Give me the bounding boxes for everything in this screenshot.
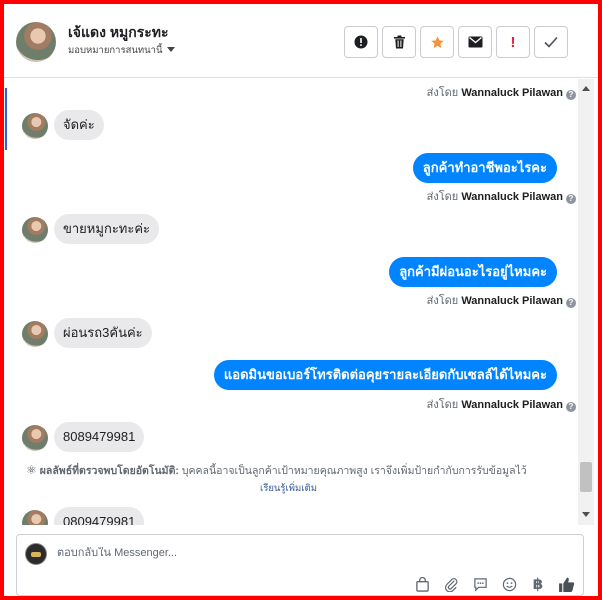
auto-detect-title: ผลลัพธ์ที่ตรวจพบโดยอัตโนมัติ:: [39, 465, 179, 477]
atom-icon: ⚛: [26, 463, 37, 477]
payment-button[interactable]: ฿: [529, 575, 547, 593]
customer-avatar: [22, 425, 48, 451]
sent-by-prefix: ส่งโดย: [426, 191, 459, 203]
page-message[interactable]: ลูกค้ามีผ่อนอะไรอยู่ไหมคะ: [389, 257, 557, 287]
delete-button[interactable]: [382, 26, 416, 58]
contact-avatar[interactable]: [16, 22, 56, 62]
checkmark-icon: [544, 36, 558, 48]
page-message[interactable]: แอดมินขอเบอร์โทรติดต่อคุยรายละเอียดกับเซ…: [213, 360, 557, 390]
page-logo: [25, 543, 47, 565]
shop-bag-icon: [415, 576, 429, 592]
sender-name: Wannaluck Pilawan: [461, 295, 563, 307]
baht-icon: ฿: [532, 576, 544, 593]
help-icon[interactable]: ?: [566, 298, 576, 308]
partial-message-row: 0809479981: [4, 500, 578, 525]
sender-name: Wannaluck Pilawan: [461, 399, 563, 411]
sent-by-prefix: ส่งโดย: [426, 295, 459, 307]
unread-marker: [5, 88, 7, 150]
like-icon: [558, 577, 574, 592]
conversation-header: เจ้แดง หมูกระทะ มอบหมายการสนทนานี้ !: [4, 4, 598, 78]
scroll-down-icon[interactable]: [582, 512, 590, 517]
sent-by-prefix: ส่งโดย: [426, 399, 459, 411]
sent-by-label: ส่งโดย Wannaluck Pilawan?: [427, 291, 576, 309]
sender-name: Wannaluck Pilawan: [461, 87, 563, 99]
sender-name: Wannaluck Pilawan: [461, 191, 563, 203]
envelope-icon: [468, 36, 482, 48]
saved-reply-icon: [473, 577, 487, 592]
scroll-up-icon[interactable]: [582, 86, 590, 91]
like-button[interactable]: [557, 575, 575, 593]
attachment-icon: [444, 577, 457, 592]
emoji-icon: [502, 577, 516, 591]
customer-message[interactable]: ขายหมูกะทะค่ะ: [54, 214, 160, 244]
customer-avatar: [22, 510, 48, 525]
assign-conversation-dropdown[interactable]: มอบหมายการสนทนานี้: [68, 43, 175, 58]
caret-down-icon: [166, 47, 175, 52]
exclamation-icon: !: [510, 33, 516, 51]
customer-avatar: [22, 113, 48, 139]
customer-message[interactable]: จัดค่ะ: [54, 110, 104, 140]
auto-detect-notice: ⚛ ผลลัพธ์ที่ตรวจพบโดยอัตโนมัติ: บุคคลนี้อ…: [26, 462, 556, 479]
scrollbar-thumb[interactable]: [580, 462, 592, 492]
help-icon[interactable]: ?: [566, 90, 576, 100]
auto-detect-text: บุคคลนี้อาจเป็นลูกค้าเป้าหมายคุณภาพสูง เ…: [181, 465, 527, 477]
emoji-button[interactable]: [500, 575, 518, 593]
contact-name[interactable]: เจ้แดง หมูกระทะ: [68, 22, 169, 44]
customer-message[interactable]: 0809479981: [54, 507, 145, 525]
alert-circle-icon: [354, 35, 368, 49]
attachment-button[interactable]: [442, 575, 460, 593]
learn-more-link[interactable]: เรียนรู้เพิ่มเติม: [260, 481, 317, 496]
customer-message[interactable]: 8089479981: [54, 422, 145, 452]
page-message[interactable]: ลูกค้าทำอาชีพอะไรคะ: [412, 153, 557, 183]
help-icon[interactable]: ?: [566, 194, 576, 204]
mark-done-button[interactable]: [534, 26, 568, 58]
sent-by-label: ส่งโดย Wannaluck Pilawan?: [427, 187, 576, 205]
shop-bag-button[interactable]: [413, 575, 431, 593]
customer-message[interactable]: ผ่อนรถ3คันค่ะ: [54, 318, 152, 348]
help-icon[interactable]: ?: [566, 402, 576, 412]
customer-avatar: [22, 321, 48, 347]
mark-spam-button[interactable]: !: [496, 26, 530, 58]
trash-icon: [393, 35, 405, 49]
sent-by-prefix: ส่งโดย: [426, 87, 459, 99]
mail-button[interactable]: [458, 26, 492, 58]
customer-avatar: [22, 217, 48, 243]
info-button[interactable]: [344, 26, 378, 58]
chat-scrollbar[interactable]: [578, 79, 594, 525]
reply-input[interactable]: [57, 547, 357, 559]
saved-reply-button[interactable]: [471, 575, 489, 593]
sent-by-label: ส่งโดย Wannaluck Pilawan?: [427, 395, 576, 413]
sent-by-label: ส่งโดย Wannaluck Pilawan?: [427, 83, 576, 101]
star-button[interactable]: [420, 26, 454, 58]
reply-composer: ฿: [16, 534, 584, 596]
star-icon: [430, 35, 444, 48]
assign-label: มอบหมายการสนทนานี้: [68, 45, 163, 56]
